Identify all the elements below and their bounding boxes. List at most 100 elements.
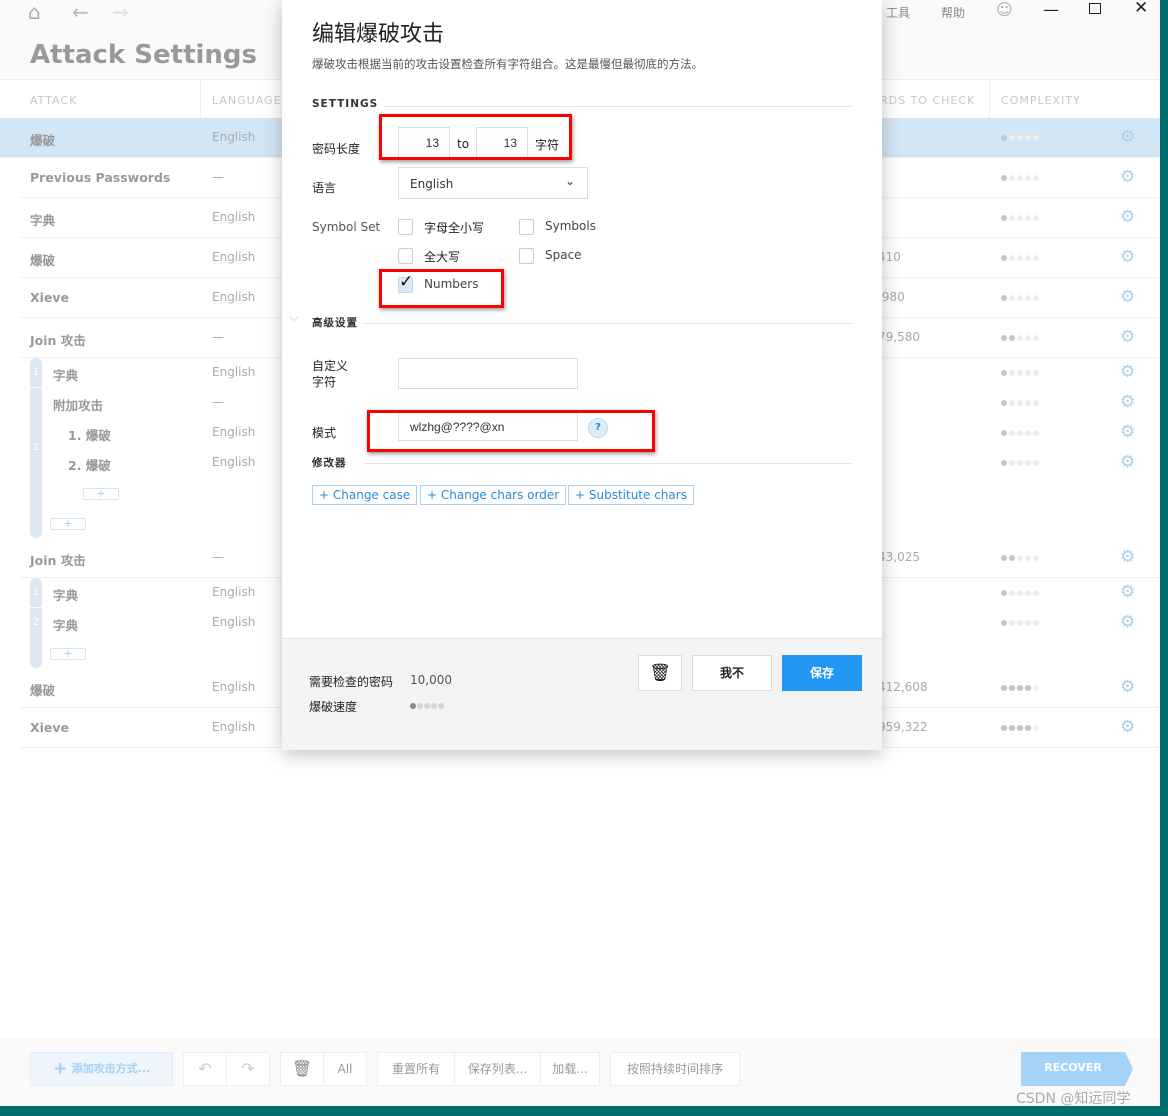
complexity-dot — [1001, 725, 1007, 731]
gear-icon[interactable]: ⚙ — [1120, 362, 1135, 382]
attack-language: English — [212, 720, 256, 734]
complexity-dot — [1017, 400, 1023, 406]
gear-icon[interactable]: ⚙ — [1120, 327, 1135, 347]
minimize-button[interactable]: — — [1043, 0, 1059, 19]
back-arrow-icon[interactable]: ← — [72, 0, 89, 24]
complexity-dot — [1001, 400, 1007, 406]
complexity-indicator — [1001, 555, 1039, 561]
undo-button[interactable]: ↶ — [183, 1052, 227, 1086]
menu-tools[interactable]: 工具 — [886, 4, 910, 21]
menu-help[interactable]: 帮助 — [941, 4, 965, 21]
attack-language: English — [212, 425, 256, 439]
attack-name: 爆破 — [30, 253, 56, 268]
complexity-dot — [1033, 620, 1039, 626]
home-icon[interactable]: ⌂ — [28, 0, 41, 24]
delete-all-button[interactable]: All — [323, 1052, 367, 1086]
passwords-to-check-value: 10,000 — [410, 673, 452, 687]
attack-name: 爆破 — [30, 133, 56, 148]
column-passwords[interactable]: RDS TO CHECK — [880, 94, 975, 107]
save-button[interactable]: 保存 — [782, 655, 862, 691]
save-list-button[interactable]: 保存列表... — [454, 1052, 541, 1086]
recover-button[interactable]: RECOVER — [1021, 1052, 1125, 1086]
complexity-dot — [1009, 135, 1015, 141]
complexity-indicator — [1001, 215, 1039, 221]
column-language[interactable]: LANGUAGE — [212, 94, 282, 107]
add-join-attack-button[interactable]: + — [50, 648, 86, 660]
redo-button[interactable]: ↷ — [226, 1052, 270, 1086]
gear-icon[interactable]: ⚙ — [1120, 677, 1135, 697]
column-complexity[interactable]: COMPLEXITY — [1001, 94, 1081, 107]
complexity-dot — [1009, 255, 1015, 261]
gear-icon[interactable]: ⚙ — [1120, 167, 1135, 187]
speed-indicator — [410, 703, 444, 709]
watermark: CSDN @知远同学 — [1016, 1091, 1131, 1107]
gear-icon[interactable]: ⚙ — [1120, 422, 1135, 442]
gear-icon[interactable]: ⚙ — [1120, 547, 1135, 567]
change-case-button[interactable]: + Change case — [312, 485, 418, 505]
uppercase-checkbox[interactable] — [398, 248, 413, 264]
complexity-dot — [1033, 725, 1039, 731]
custom-chars-input[interactable] — [398, 358, 578, 389]
complexity-dot — [1025, 370, 1031, 376]
lowercase-checkbox[interactable] — [398, 219, 413, 235]
complexity-indicator — [1001, 175, 1039, 181]
highlight-box — [379, 114, 572, 160]
column-attack[interactable]: ATTACK — [30, 94, 77, 107]
attack-name: 爆破 — [30, 683, 56, 698]
gear-icon[interactable]: ⚙ — [1120, 717, 1135, 737]
load-button[interactable]: 加载... — [540, 1052, 600, 1086]
complexity-dot — [1009, 725, 1015, 731]
highlight-box — [367, 410, 655, 452]
space-checkbox[interactable] — [519, 248, 534, 264]
complexity-dot — [1033, 135, 1039, 141]
attack-language: — — [212, 395, 224, 409]
delete-button[interactable]: 🗑 — [638, 655, 682, 691]
gear-icon[interactable]: ⚙ — [1120, 127, 1135, 147]
symbols-checkbox[interactable] — [519, 219, 534, 235]
reset-all-button[interactable]: 重置所有 — [377, 1052, 455, 1086]
gear-icon[interactable]: ⚙ — [1120, 207, 1135, 227]
attack-language: English — [212, 365, 256, 379]
sort-by-duration-button[interactable]: 按照持续时间排序 — [610, 1052, 740, 1086]
plus-icon: + — [52, 1058, 68, 1079]
add-join-attack-button[interactable]: + — [50, 518, 86, 530]
gear-icon[interactable]: ⚙ — [1120, 612, 1135, 632]
symbol-set-label: Symbol Set — [312, 220, 381, 234]
smiley-icon[interactable]: ☺ — [996, 0, 1013, 19]
join-rail: 12 — [30, 578, 42, 668]
complexity-dot — [1001, 460, 1007, 466]
attack-name: 1. 爆破 — [68, 428, 111, 443]
complexity-indicator — [1001, 255, 1039, 261]
modifiers-heading: 修改器 — [312, 457, 347, 469]
complexity-indicator — [1001, 370, 1039, 376]
cancel-button[interactable]: 我不 — [692, 655, 772, 691]
gear-icon[interactable]: ⚙ — [1120, 582, 1135, 602]
substitute-chars-button[interactable]: + Substitute chars — [568, 485, 694, 505]
complexity-dot — [1033, 555, 1039, 561]
trash-icon[interactable]: 🗑 — [280, 1052, 324, 1086]
change-chars-order-button[interactable]: + Change chars order — [420, 485, 567, 505]
attack-name: Xieve — [30, 720, 70, 735]
uppercase-label: 全大写 — [424, 250, 461, 264]
forward-arrow-icon[interactable]: → — [112, 0, 129, 24]
maximize-button[interactable] — [1089, 3, 1101, 14]
close-button[interactable]: ✕ — [1134, 0, 1148, 18]
complexity-dot — [1009, 430, 1015, 436]
chevron-down-icon[interactable]: ⌵ — [289, 310, 299, 325]
add-attack-button[interactable]: + 添加攻击方式... — [30, 1052, 173, 1086]
language-select[interactable]: English ⌄ — [398, 167, 588, 199]
add-sub-attack-button[interactable]: + — [83, 488, 119, 500]
edit-attack-dialog: 编辑爆破攻击 爆破攻击根据当前的攻击设置检查所有字符组合。这是最慢但最彻底的方法… — [282, 0, 882, 750]
complexity-dot — [1025, 590, 1031, 596]
attack-language: English — [212, 585, 256, 599]
gear-icon[interactable]: ⚙ — [1120, 452, 1135, 472]
gear-icon[interactable]: ⚙ — [1120, 247, 1135, 267]
attack-name: 字典 — [53, 368, 79, 383]
gear-icon[interactable]: ⚙ — [1120, 287, 1135, 307]
dialog-title: 编辑爆破攻击 — [312, 22, 445, 47]
advanced-heading[interactable]: 高级设置 — [312, 315, 358, 330]
speed-dot — [417, 703, 423, 709]
complexity-dot — [1001, 370, 1007, 376]
gear-icon[interactable]: ⚙ — [1120, 392, 1135, 412]
complexity-dot — [1001, 255, 1007, 261]
